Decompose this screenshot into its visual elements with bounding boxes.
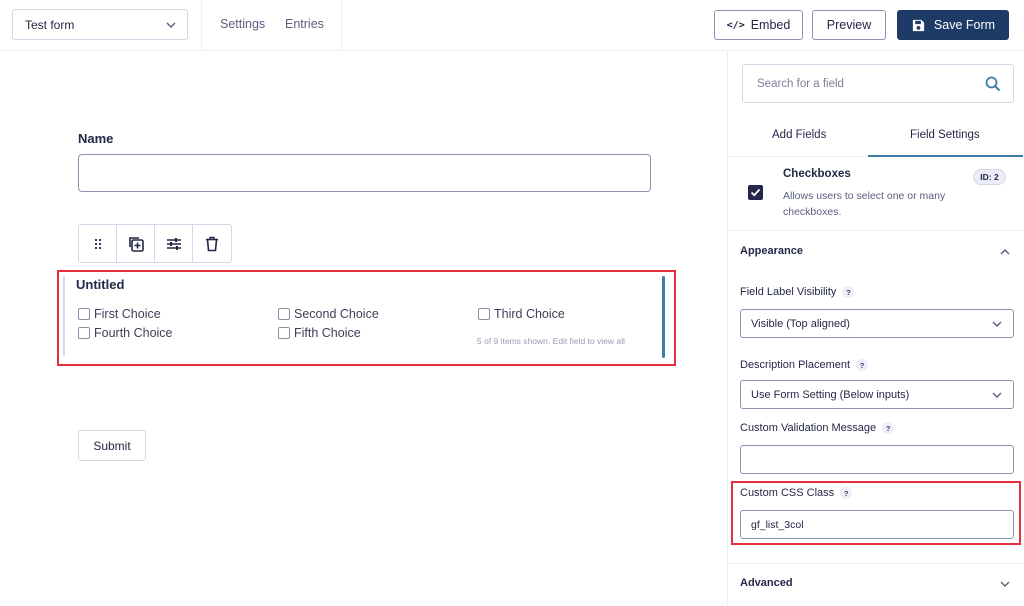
checkbox[interactable] — [278, 327, 290, 339]
nav-settings-link[interactable]: Settings — [220, 17, 265, 31]
description-placement-select[interactable]: Use Form Setting (Below inputs) — [740, 380, 1014, 409]
form-selector-value: Test form — [25, 17, 75, 32]
choice-label: Third Choice — [494, 307, 565, 321]
sliders-icon — [166, 237, 181, 250]
choice-label: First Choice — [94, 307, 161, 321]
duplicate-icon — [128, 236, 144, 252]
embed-button[interactable]: </> Embed — [714, 10, 803, 40]
validation-message-label: Custom Validation Message ? — [740, 422, 895, 434]
checkbox[interactable] — [478, 308, 490, 320]
css-class-label: Custom CSS Class ? — [740, 487, 853, 499]
search-placeholder: Search for a field — [757, 78, 844, 90]
choice-label: Fourth Choice — [94, 326, 173, 340]
field-toolbar — [78, 224, 232, 263]
embed-label: Embed — [750, 18, 791, 32]
tab-field-settings[interactable]: Field Settings — [910, 129, 980, 141]
appearance-title: Appearance — [740, 245, 803, 257]
field-settings-sidebar: Search for a field Add Fields Field Sett… — [727, 51, 1024, 606]
help-icon[interactable]: ? — [840, 487, 853, 499]
field-edge-left — [63, 276, 65, 356]
checkbox-choice[interactable]: Third Choice — [478, 307, 565, 321]
description-placement-text: Description Placement — [740, 359, 851, 371]
checkbox-choice[interactable]: Fourth Choice — [78, 326, 173, 340]
field-id-badge: ID: 2 — [973, 169, 1006, 185]
advanced-title: Advanced — [740, 577, 793, 589]
checkbox-field-title: Untitled — [76, 277, 125, 292]
name-field-input[interactable] — [78, 154, 651, 192]
nav-entries-link[interactable]: Entries — [285, 17, 324, 31]
duplicate-field-button[interactable] — [117, 225, 155, 262]
description-placement-label: Description Placement ? — [740, 359, 869, 371]
search-icon[interactable] — [985, 76, 1001, 92]
preview-label: Preview — [826, 18, 872, 32]
save-form-button[interactable]: Save Form — [897, 10, 1009, 40]
drag-icon — [94, 238, 101, 249]
divider — [201, 0, 202, 51]
field-type-description: Allows users to select one or many check… — [783, 190, 946, 218]
advanced-section-header[interactable]: Advanced — [728, 564, 1024, 604]
submit-button[interactable]: Submit — [78, 430, 146, 461]
choice-label: Second Choice — [294, 307, 379, 321]
label-visibility-value: Visible (Top aligned) — [751, 317, 850, 330]
form-selector[interactable]: Test form — [12, 9, 188, 40]
checkbox[interactable] — [278, 308, 290, 320]
field-settings-button[interactable] — [155, 225, 193, 262]
help-icon[interactable]: ? — [842, 286, 855, 298]
help-icon[interactable]: ? — [882, 422, 895, 434]
checkbox-type-icon — [748, 185, 763, 200]
tab-add-fields[interactable]: Add Fields — [772, 129, 826, 141]
choice-label: Fifth Choice — [294, 326, 361, 340]
label-visibility-select[interactable]: Visible (Top aligned) — [740, 309, 1014, 338]
drag-handle[interactable] — [79, 225, 117, 262]
field-search-input[interactable]: Search for a field — [742, 64, 1014, 103]
chevron-down-icon — [1000, 581, 1010, 587]
field-active-indicator — [662, 276, 665, 358]
checkbox[interactable] — [78, 327, 90, 339]
checkbox-choice[interactable]: Second Choice — [278, 307, 379, 321]
save-form-label: Save Form — [933, 18, 996, 32]
items-shown-note: 5 of 9 items shown. Edit field to view a… — [477, 336, 625, 346]
label-visibility-label: Field Label Visibility ? — [740, 286, 855, 298]
active-tab-indicator — [868, 155, 1023, 157]
trash-icon — [205, 236, 218, 251]
chevron-down-icon — [166, 22, 176, 28]
chevron-down-icon — [992, 392, 1002, 398]
label-visibility-text: Field Label Visibility — [740, 286, 837, 298]
chevron-down-icon — [992, 321, 1002, 327]
checkbox[interactable] — [78, 308, 90, 320]
css-class-value: gf_list_3col — [751, 518, 804, 531]
field-type-title: Checkboxes — [783, 168, 851, 180]
form-editor-canvas: Name Untitled First Choice Second Choice… — [0, 51, 727, 606]
sidebar-tabs: Add Fields Field Settings — [728, 115, 1024, 157]
field-type-info: Checkboxes Allows users to select one or… — [728, 158, 1024, 231]
save-icon — [912, 19, 925, 31]
checkbox-choice[interactable]: Fifth Choice — [278, 326, 361, 340]
checkbox-choice[interactable]: First Choice — [78, 307, 161, 321]
name-field-label: Name — [78, 131, 114, 146]
top-bar: Test form Settings Entries </> Embed Pre… — [0, 0, 1024, 51]
appearance-section-header[interactable]: Appearance — [728, 232, 1024, 272]
css-class-input[interactable]: gf_list_3col — [740, 510, 1014, 539]
help-icon[interactable]: ? — [856, 359, 869, 371]
code-icon: </> — [726, 19, 745, 31]
divider — [341, 0, 342, 51]
css-class-text: Custom CSS Class — [740, 487, 835, 499]
preview-button[interactable]: Preview — [812, 10, 886, 40]
chevron-up-icon — [1000, 249, 1010, 255]
description-placement-value: Use Form Setting (Below inputs) — [751, 388, 910, 401]
checkbox-field-highlight[interactable]: Untitled First Choice Second Choice Thir… — [57, 270, 676, 366]
validation-message-text: Custom Validation Message — [740, 422, 877, 434]
delete-field-button[interactable] — [193, 225, 231, 262]
validation-message-input[interactable] — [740, 445, 1014, 474]
